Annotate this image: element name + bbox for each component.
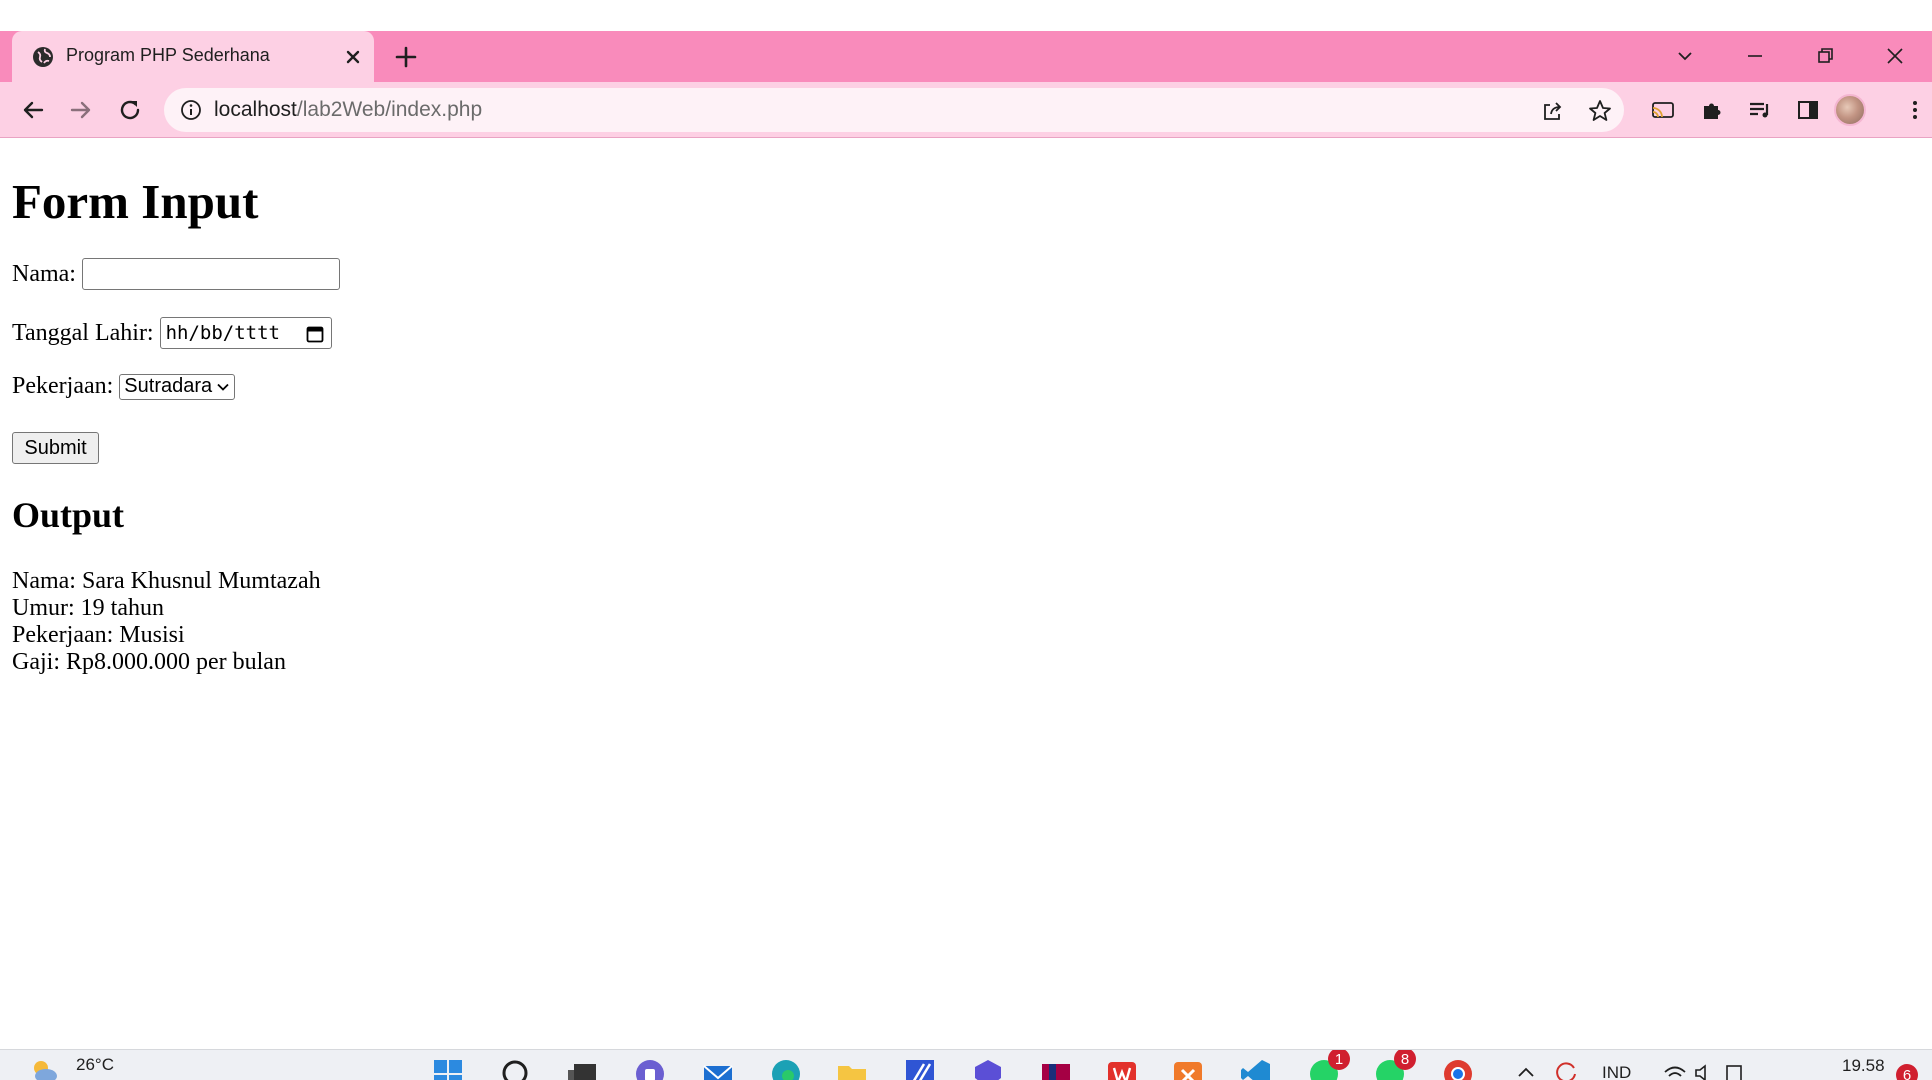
vscode-icon[interactable] [1240,1058,1272,1080]
calendar-icon[interactable] [305,324,325,344]
chrome-icon[interactable] [1442,1058,1474,1080]
url-host: localhost [214,98,297,121]
tanggal-lahir-row: Tanggal Lahir: hh/bb/tttt [12,317,332,349]
mail-icon[interactable] [702,1058,734,1080]
pekerjaan-label: Pekerjaan: [12,373,114,399]
close-tab-icon[interactable] [340,44,366,70]
output-heading: Output [12,495,125,535]
pekerjaan-row: Pekerjaan: Sutradara [12,373,236,400]
tab-strip: Program PHP Sederhana [0,31,1932,82]
nama-row: Nama: [12,258,340,290]
output-umur: Umur: 19 tahun [12,595,164,621]
more-menu-icon[interactable] [1900,95,1930,125]
bookmark-star-icon[interactable] [1586,97,1614,125]
search-icon[interactable] [500,1058,532,1080]
notification-badge[interactable]: 6 [1896,1064,1918,1080]
reload-icon[interactable] [115,95,145,125]
output-nama: Nama: Sara Khusnul Mumtazah [12,568,321,594]
share-icon[interactable] [1538,97,1566,125]
wifi-icon[interactable] [1662,1060,1688,1080]
weather-temperature: 26°C [76,1055,114,1074]
clock-time[interactable]: 19.58 [1842,1056,1885,1076]
chevron-up-icon[interactable] [1514,1060,1538,1080]
output-gaji: Gaji: Rp8.000.000 per bulan [12,649,286,675]
close-window-icon[interactable] [1880,41,1910,71]
pekerjaan-select[interactable]: Sutradara [119,373,236,400]
address-bar[interactable]: localhost/lab2Web/index.php [164,88,1624,132]
tab-title: Program PHP Sederhana [66,45,270,65]
profile-avatar[interactable] [1834,94,1866,126]
new-tab-icon[interactable] [392,43,420,71]
app-icon-barca[interactable] [1040,1058,1072,1080]
url-path: /lab2Web/index.php [296,98,483,121]
tab-search-chevron-down-icon[interactable] [1670,41,1700,71]
pekerjaan-selected-value: Sutradara [124,375,213,397]
page-title: Form Input [12,174,259,229]
whatsapp-business-badge: 8 [1394,1050,1416,1070]
submit-button[interactable]: Submit [12,432,99,464]
reading-list-icon[interactable] [1745,95,1775,125]
minimize-icon[interactable] [1740,41,1770,71]
edge-browser-icon[interactable] [770,1058,802,1080]
teams-chat-icon[interactable] [634,1058,666,1080]
whatsapp-badge: 1 [1328,1050,1350,1070]
extensions-puzzle-icon[interactable] [1697,95,1727,125]
task-view-icon[interactable] [566,1058,598,1080]
windows-taskbar: 26°C 1 8 IND 19.58 6 [0,1049,1932,1080]
sync-icon[interactable] [1552,1058,1580,1080]
volume-icon[interactable] [1692,1060,1718,1080]
windows-start-icon[interactable] [432,1058,464,1080]
tanggal-lahir-label: Tanggal Lahir: [12,319,154,346]
output-pekerjaan: Pekerjaan: Musisi [12,622,185,648]
cast-icon[interactable] [1648,95,1678,125]
window-top-strip [0,0,1932,31]
chevron-down-icon [217,383,229,391]
nama-label: Nama: [12,260,76,287]
browser-toolbar: localhost/lab2Web/index.php [0,82,1932,138]
back-arrow-icon[interactable] [18,95,48,125]
xampp-icon[interactable] [1172,1058,1204,1080]
language-indicator[interactable]: IND [1602,1063,1631,1080]
output-block: Nama: Sara Khusnul Mumtazah Umur: 19 tah… [12,568,321,676]
app-icon-shield[interactable] [972,1058,1004,1080]
forward-arrow-icon[interactable] [66,95,96,125]
wps-office-icon[interactable] [1106,1058,1138,1080]
battery-icon[interactable] [1722,1060,1748,1080]
globe-icon [33,47,53,67]
tab-program-php[interactable]: Program PHP Sederhana [12,31,374,82]
side-panel-icon[interactable] [1793,95,1823,125]
page-content: Form Input Nama: Tanggal Lahir: hh/bb/tt… [0,139,1932,1049]
url-text[interactable]: localhost/lab2Web/index.php [214,98,482,122]
site-info-icon[interactable] [180,99,202,121]
weather-cloud-icon[interactable] [28,1054,60,1080]
date-placeholder: hh/bb/tttt [165,322,280,344]
file-explorer-icon[interactable] [836,1058,868,1080]
nama-input[interactable] [81,258,340,290]
app-icon-blue[interactable] [904,1058,936,1080]
tanggal-lahir-input[interactable]: hh/bb/tttt [159,317,332,349]
restore-icon[interactable] [1810,41,1840,71]
